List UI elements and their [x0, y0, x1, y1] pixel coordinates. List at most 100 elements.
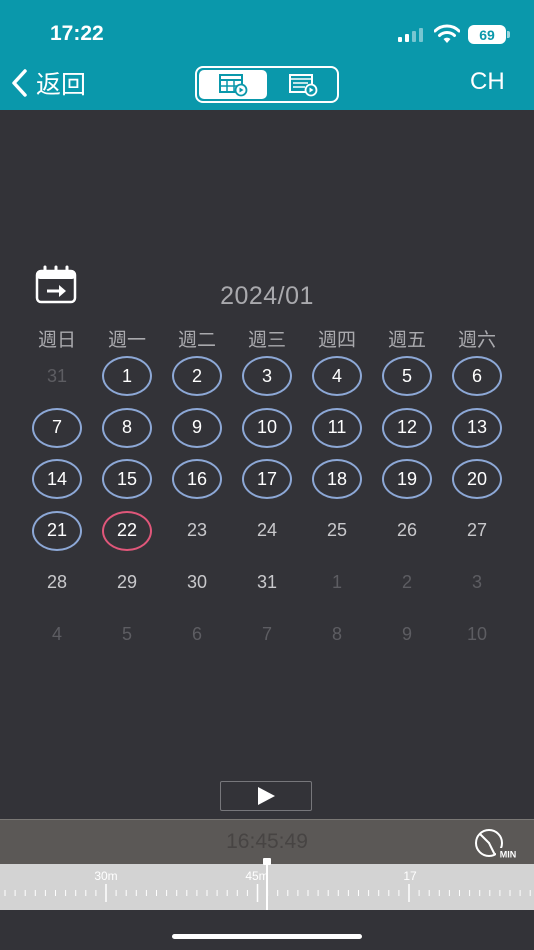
list-playback-icon — [289, 73, 318, 96]
min-label: MIN — [500, 850, 517, 860]
calendar-day: 24 — [256, 520, 278, 541]
calendar-cell: 17 — [232, 453, 302, 505]
calendar-day-recorded[interactable]: 12 — [382, 407, 432, 448]
calendar-cell: 1 — [92, 350, 162, 402]
calendar-day: 6 — [191, 623, 202, 644]
calendar-day-today[interactable]: 22 — [102, 510, 152, 551]
timeline-playhead[interactable] — [263, 858, 271, 910]
calendar-day: 30 — [186, 571, 208, 592]
bottom-area — [0, 910, 534, 950]
calendar-day-recorded[interactable]: 18 — [312, 459, 362, 500]
battery-icon: 69 — [468, 25, 510, 44]
calendar-day: 9 — [401, 623, 412, 644]
calendar-day-recorded[interactable]: 8 — [102, 407, 152, 448]
calendar-day: 7 — [261, 623, 272, 644]
calendar-cell: 10 — [442, 608, 512, 660]
calendar-day-recorded[interactable]: 4 — [312, 356, 362, 396]
calendar-cell: 12 — [372, 402, 442, 454]
calendar-day-recorded[interactable]: 7 — [32, 407, 82, 448]
calendar-cell: 4 — [22, 608, 92, 660]
calendar-cell: 25 — [302, 505, 372, 557]
calendar-cell: 2 — [162, 350, 232, 402]
calendar-cell: 10 — [232, 402, 302, 454]
list-view-tab[interactable] — [269, 68, 337, 101]
calendar-cell: 13 — [442, 402, 512, 454]
calendar-cell: 9 — [372, 608, 442, 660]
back-label: 返回 — [36, 70, 87, 99]
calendar-day-recorded[interactable]: 21 — [32, 510, 82, 551]
chevron-left-icon — [12, 69, 27, 97]
calendar-day-recorded[interactable]: 15 — [102, 459, 152, 500]
calendar-day: 31 — [46, 365, 68, 386]
top-bar: 17:22 69 返回 CH — [0, 0, 534, 110]
calendar-cell: 8 — [302, 608, 372, 660]
calendar-day-recorded[interactable]: 19 — [382, 459, 432, 500]
status-time: 17:22 — [50, 22, 104, 45]
calendar-cell: 22 — [92, 505, 162, 557]
calendar-cell: 28 — [22, 556, 92, 608]
calendar-day-recorded[interactable]: 20 — [452, 459, 502, 500]
play-button[interactable] — [220, 781, 312, 811]
calendar-playback-icon — [219, 73, 248, 96]
calendar-cell: 16 — [162, 453, 232, 505]
calendar-cell: 3 — [232, 350, 302, 402]
calendar-day-recorded[interactable]: 9 — [172, 407, 222, 448]
calendar-day: 8 — [331, 623, 342, 644]
calendar-day: 29 — [116, 571, 138, 592]
calendar-day-recorded[interactable]: 10 — [242, 407, 292, 448]
calendar-cell: 18 — [302, 453, 372, 505]
calendar-cell: 9 — [162, 402, 232, 454]
calendar-cell: 24 — [232, 505, 302, 557]
calendar-day-recorded[interactable]: 1 — [102, 356, 152, 396]
calendar-day-recorded[interactable]: 13 — [452, 407, 502, 448]
calendar-day: 1 — [331, 571, 342, 592]
tick-label-30m: 30m — [94, 869, 118, 883]
view-mode-toggle — [195, 66, 339, 103]
calendar-day-recorded[interactable]: 5 — [382, 356, 432, 396]
calendar-day: 10 — [466, 623, 488, 644]
calendar-day: 5 — [121, 623, 132, 644]
calendar-day: 26 — [396, 520, 418, 541]
calendar-day-recorded[interactable]: 17 — [242, 459, 292, 500]
calendar-cell: 30 — [162, 556, 232, 608]
cellular-signal-icon — [398, 28, 423, 42]
weekday-label: 週一 — [107, 329, 146, 351]
calendar-day: 28 — [46, 571, 68, 592]
calendar-cell: 15 — [92, 453, 162, 505]
app-root: 17:22 69 返回 CH 2024/01 週日 週一 週二 週三 週四 週五… — [0, 0, 534, 950]
calendar-cell: 4 — [302, 350, 372, 402]
calendar-day-recorded[interactable]: 6 — [452, 356, 502, 396]
calendar-day-recorded[interactable]: 11 — [312, 407, 362, 448]
play-icon — [258, 787, 275, 805]
calendar-cell: 23 — [162, 505, 232, 557]
calendar-day-recorded[interactable]: 2 — [172, 356, 222, 396]
calendar-view-tab[interactable] — [199, 70, 267, 99]
calendar-day-recorded[interactable]: 14 — [32, 459, 82, 500]
calendar-day: 27 — [466, 520, 488, 541]
weekday-label: 週三 — [247, 329, 286, 351]
home-indicator — [172, 934, 362, 939]
calendar-day-recorded[interactable]: 3 — [242, 356, 292, 396]
language-button[interactable]: CH — [470, 68, 505, 96]
calendar-cell: 27 — [442, 505, 512, 557]
weekday-header: 週日 週一 週二 週三 週四 週五 週六 — [22, 325, 512, 352]
calendar-cell: 31 — [22, 350, 92, 402]
weekday-label: 週五 — [387, 329, 426, 351]
calendar-day: 2 — [401, 571, 412, 592]
wifi-icon — [434, 24, 460, 43]
back-button[interactable]: 返回 — [10, 63, 86, 103]
calendar-cell: 6 — [442, 350, 512, 402]
tick-label-17: 17 — [403, 869, 417, 883]
calendar-cell: 20 — [442, 453, 512, 505]
calendar-day: 23 — [186, 520, 208, 541]
calendar-day: 31 — [256, 571, 278, 592]
current-time: 16:45:49 — [226, 830, 308, 853]
weekday-label: 週六 — [457, 329, 496, 351]
zoom-minutes-icon[interactable]: MIN — [472, 826, 520, 860]
calendar-day: 4 — [51, 623, 62, 644]
calendar-cell: 19 — [372, 453, 442, 505]
calendar-cell: 21 — [22, 505, 92, 557]
calendar-cell: 1 — [302, 556, 372, 608]
calendar-day-recorded[interactable]: 16 — [172, 459, 222, 500]
weekday-label: 週二 — [177, 329, 216, 351]
